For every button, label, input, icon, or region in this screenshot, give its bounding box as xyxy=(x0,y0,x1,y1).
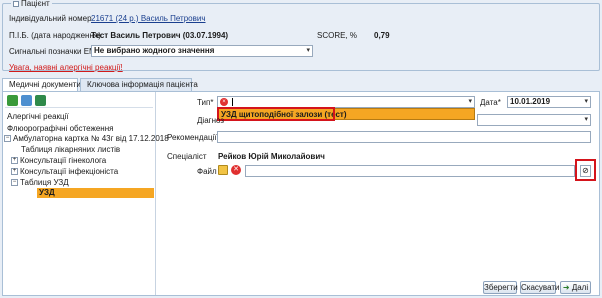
date-picker[interactable]: 10.01.2019 ▾ xyxy=(507,96,591,108)
tree-item-allergies[interactable]: Алергічні реакції xyxy=(7,112,69,121)
type-label: Тип* xyxy=(197,98,214,107)
allergy-warning-link[interactable]: Увага, наявні алергічні реакції! xyxy=(9,63,123,72)
collapse-icon[interactable] xyxy=(13,0,19,7)
signal-label: Сигнальні позначки ЕМК xyxy=(9,47,101,56)
chevron-down-icon: ▾ xyxy=(306,47,310,54)
delete-icon[interactable]: ✕ xyxy=(231,165,241,175)
tab-key-info[interactable]: Ключова інформація пацієнта xyxy=(80,78,198,91)
tree-item-gynecologist[interactable]: + Консультації гінеколога xyxy=(11,156,106,165)
date-value: 10.01.2019 xyxy=(510,97,551,106)
tree-item-sick-leave-table[interactable]: Таблиця лікарняних листів xyxy=(21,145,120,154)
recommendations-label: Рекомендації xyxy=(167,133,217,142)
tab-medical-documents[interactable]: Медичні документи xyxy=(2,78,81,92)
tree-item-ultrasound-selected[interactable]: УЗД xyxy=(37,188,154,198)
arrow-right-icon: ➜ xyxy=(562,283,572,292)
patient-legend: Пацієнт xyxy=(11,0,52,8)
id-link[interactable]: 21671 (24 р.) Василь Петрович xyxy=(91,14,206,23)
collapse-icon[interactable]: − xyxy=(4,135,11,143)
score-value: 0,79 xyxy=(374,31,390,40)
highlight-option-box xyxy=(217,107,335,121)
collapse-icon[interactable]: − xyxy=(11,179,18,187)
tree-item-fluorography[interactable]: Флюорографічні обстеження xyxy=(7,124,113,133)
diagnosis-select[interactable]: ▾ xyxy=(477,114,591,126)
highlight-attach-box xyxy=(575,159,596,181)
refresh-icon[interactable] xyxy=(35,95,46,106)
score-label: SCORE, % xyxy=(317,31,358,40)
file-label: Файл xyxy=(197,167,217,176)
tree-item-ultrasound-table[interactable]: − Таблиця УЗД xyxy=(11,178,69,187)
documents-tree-pane: Алергічні реакції Флюорографічні обстеже… xyxy=(3,92,169,295)
edit-icon[interactable] xyxy=(21,95,32,106)
chevron-down-icon: ▾ xyxy=(468,98,472,105)
id-label: Індивідуальний номер xyxy=(9,14,92,23)
tree-toolbar xyxy=(5,94,153,108)
tree-item-infectionist[interactable]: + Консультації інфекціоніста xyxy=(11,167,118,176)
folder-icon[interactable] xyxy=(218,165,228,175)
signal-select-value: Не вибрано жодного значення xyxy=(94,46,215,55)
cancel-button[interactable]: Скасувати xyxy=(520,281,559,294)
recommendations-input[interactable] xyxy=(217,131,591,143)
diagnosis-label: Діагноз xyxy=(197,116,225,125)
file-input[interactable] xyxy=(245,165,575,177)
text-cursor xyxy=(232,97,234,106)
name-label: П.І.Б. (дата народження) xyxy=(9,31,101,40)
add-icon[interactable] xyxy=(7,95,18,106)
date-label: Дата* xyxy=(480,98,501,107)
save-button[interactable]: Зберегти xyxy=(483,281,518,294)
signal-select[interactable]: Не вибрано жодного значення ▾ xyxy=(91,45,313,57)
specialist-value: Рейков Юрій Миколайович xyxy=(218,152,325,161)
chevron-down-icon: ▾ xyxy=(584,116,588,123)
expand-icon[interactable]: + xyxy=(11,157,18,165)
clear-icon[interactable]: × xyxy=(220,98,228,107)
tree-item-outpatient-card[interactable]: − Амбулаторна картка № 43г від 17.12.2018 xyxy=(4,134,169,143)
chevron-down-icon: ▾ xyxy=(584,98,588,105)
next-button[interactable]: ➜ Далі xyxy=(560,281,591,294)
name-value: Тест Василь Петрович (03.07.1994) xyxy=(91,31,229,40)
specialist-label: Спеціаліст xyxy=(167,152,207,161)
expand-icon[interactable]: + xyxy=(11,168,18,176)
